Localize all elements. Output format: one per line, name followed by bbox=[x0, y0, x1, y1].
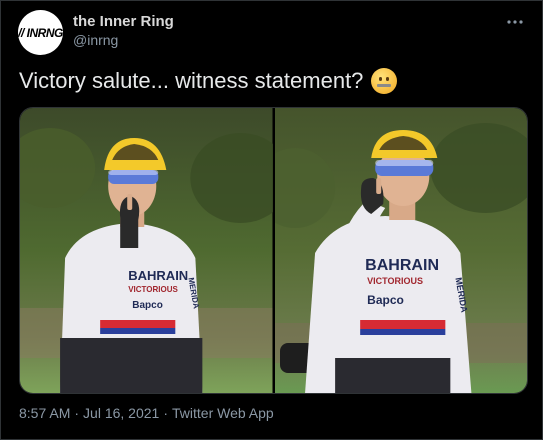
tweet-source[interactable]: Twitter Web App bbox=[172, 405, 274, 421]
media-photo-2[interactable]: BAHRAIN VICTORIOUS Bapco MERIDA bbox=[274, 108, 527, 393]
tweet-text: Victory salute... witness statement? bbox=[19, 68, 398, 94]
tweet-time: 8:57 AM bbox=[19, 405, 71, 421]
avatar[interactable]: // INRNG bbox=[18, 10, 63, 55]
jersey-text-3: Bapco bbox=[367, 293, 404, 307]
tweet-text-body: Victory salute... witness statement? bbox=[19, 68, 364, 93]
zipper-mouth-face-icon bbox=[371, 68, 398, 94]
jersey-text-3: Bapco bbox=[132, 300, 163, 311]
jersey-text-2: VICTORIOUS bbox=[367, 276, 423, 286]
tweet-date: Jul 16, 2021 bbox=[83, 405, 160, 421]
more-options-button[interactable] bbox=[504, 13, 526, 31]
tweet-card: // INRNG the Inner Ring @inrng Victory s… bbox=[0, 0, 543, 440]
avatar-logo-text: // INRNG bbox=[18, 25, 63, 40]
jersey-text-1: BAHRAIN bbox=[365, 257, 439, 274]
tweet-timestamp[interactable]: 8:57 AM · Jul 16, 2021 · Twitter Web App bbox=[19, 405, 274, 421]
tweet-media[interactable]: BAHRAIN VICTORIOUS Bapco MERIDA BAHRAIN … bbox=[19, 107, 528, 394]
media-photo-1[interactable]: BAHRAIN VICTORIOUS Bapco MERIDA bbox=[20, 108, 273, 393]
author-display-name[interactable]: the Inner Ring bbox=[73, 13, 174, 30]
more-horizontal-icon bbox=[507, 20, 523, 24]
author-handle[interactable]: @inrng bbox=[73, 32, 118, 48]
jersey-text-1: BAHRAIN bbox=[128, 268, 188, 283]
jersey-text-2: VICTORIOUS bbox=[128, 285, 178, 294]
